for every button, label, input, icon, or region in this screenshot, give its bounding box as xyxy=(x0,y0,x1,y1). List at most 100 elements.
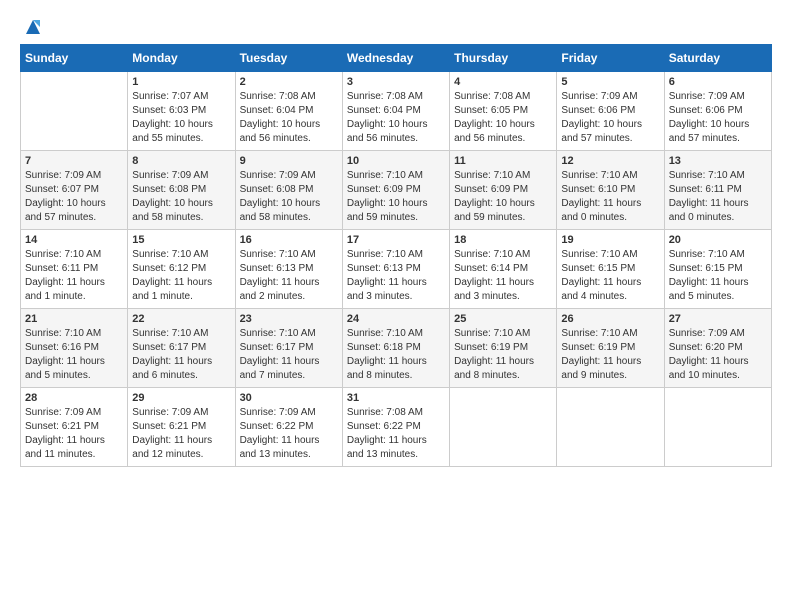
day-info: Sunrise: 7:08 AM Sunset: 6:22 PM Dayligh… xyxy=(347,406,445,462)
day-number: 20 xyxy=(669,234,767,246)
day-cell: 10 Sunrise: 7:10 AM Sunset: 6:09 PM Dayli… xyxy=(342,151,449,230)
day-cell xyxy=(450,388,557,467)
day-info: Sunrise: 7:08 AM Sunset: 6:04 PM Dayligh… xyxy=(347,90,445,146)
day-cell: 14 Sunrise: 7:10 AM Sunset: 6:11 PM Dayli… xyxy=(21,230,128,309)
day-cell: 27 Sunrise: 7:09 AM Sunset: 6:20 PM Dayli… xyxy=(664,309,771,388)
day-info: Sunrise: 7:09 AM Sunset: 6:07 PM Dayligh… xyxy=(25,169,123,225)
calendar-table: SundayMondayTuesdayWednesdayThursdayFrid… xyxy=(20,44,772,467)
day-info: Sunrise: 7:10 AM Sunset: 6:11 PM Dayligh… xyxy=(669,169,767,225)
day-number: 22 xyxy=(132,313,230,325)
day-info: Sunrise: 7:08 AM Sunset: 6:05 PM Dayligh… xyxy=(454,90,552,146)
day-info: Sunrise: 7:10 AM Sunset: 6:09 PM Dayligh… xyxy=(347,169,445,225)
day-number: 23 xyxy=(240,313,338,325)
day-number: 10 xyxy=(347,155,445,167)
day-number: 14 xyxy=(25,234,123,246)
day-cell: 12Sunrise: 7:10 AM Sunset: 6:10 PM Dayli… xyxy=(557,151,664,230)
day-number: 3 xyxy=(347,76,445,88)
day-info: Sunrise: 7:09 AM Sunset: 6:22 PM Dayligh… xyxy=(240,406,338,462)
day-number: 17 xyxy=(347,234,445,246)
day-cell: 25 Sunrise: 7:10 AM Sunset: 6:19 PM Dayli… xyxy=(450,309,557,388)
day-number: 26 xyxy=(561,313,659,325)
day-cell: 21Sunrise: 7:10 AM Sunset: 6:16 PM Dayli… xyxy=(21,309,128,388)
day-info: Sunrise: 7:10 AM Sunset: 6:15 PM Dayligh… xyxy=(669,248,767,304)
day-cell: 13 Sunrise: 7:10 AM Sunset: 6:11 PM Dayli… xyxy=(664,151,771,230)
day-cell: 16 Sunrise: 7:10 AM Sunset: 6:13 PM Dayli… xyxy=(235,230,342,309)
day-cell xyxy=(557,388,664,467)
calendar-page: SundayMondayTuesdayWednesdayThursdayFrid… xyxy=(0,0,792,477)
day-cell: 8 Sunrise: 7:09 AM Sunset: 6:08 PM Daylig… xyxy=(128,151,235,230)
day-info: Sunrise: 7:10 AM Sunset: 6:11 PM Dayligh… xyxy=(25,248,123,304)
day-info: Sunrise: 7:08 AM Sunset: 6:04 PM Dayligh… xyxy=(240,90,338,146)
day-info: Sunrise: 7:09 AM Sunset: 6:06 PM Dayligh… xyxy=(669,90,767,146)
day-number: 11 xyxy=(454,155,552,167)
day-number: 28 xyxy=(25,392,123,404)
week-row-2: 7 Sunrise: 7:09 AM Sunset: 6:07 PM Daylig… xyxy=(21,151,772,230)
day-info: Sunrise: 7:10 AM Sunset: 6:19 PM Dayligh… xyxy=(454,327,552,383)
day-cell: 1Sunrise: 7:07 AM Sunset: 6:03 PM Daylig… xyxy=(128,72,235,151)
day-info: Sunrise: 7:09 AM Sunset: 6:08 PM Dayligh… xyxy=(240,169,338,225)
day-number: 27 xyxy=(669,313,767,325)
logo-icon xyxy=(22,16,44,38)
day-info: Sunrise: 7:09 AM Sunset: 6:08 PM Dayligh… xyxy=(132,169,230,225)
day-number: 18 xyxy=(454,234,552,246)
day-number: 15 xyxy=(132,234,230,246)
day-number: 12 xyxy=(561,155,659,167)
day-cell xyxy=(21,72,128,151)
col-header-sunday: Sunday xyxy=(21,45,128,72)
day-number: 1 xyxy=(132,76,230,88)
day-cell: 29Sunrise: 7:09 AM Sunset: 6:21 PM Dayli… xyxy=(128,388,235,467)
day-info: Sunrise: 7:10 AM Sunset: 6:18 PM Dayligh… xyxy=(347,327,445,383)
day-cell xyxy=(664,388,771,467)
day-number: 8 xyxy=(132,155,230,167)
day-number: 16 xyxy=(240,234,338,246)
week-row-3: 14 Sunrise: 7:10 AM Sunset: 6:11 PM Dayli… xyxy=(21,230,772,309)
day-cell: 11 Sunrise: 7:10 AM Sunset: 6:09 PM Dayli… xyxy=(450,151,557,230)
header-row: SundayMondayTuesdayWednesdayThursdayFrid… xyxy=(21,45,772,72)
col-header-monday: Monday xyxy=(128,45,235,72)
day-cell: 20 Sunrise: 7:10 AM Sunset: 6:15 PM Dayli… xyxy=(664,230,771,309)
day-number: 25 xyxy=(454,313,552,325)
col-header-thursday: Thursday xyxy=(450,45,557,72)
day-info: Sunrise: 7:09 AM Sunset: 6:21 PM Dayligh… xyxy=(132,406,230,462)
day-cell: 2 Sunrise: 7:08 AM Sunset: 6:04 PM Daylig… xyxy=(235,72,342,151)
day-info: Sunrise: 7:09 AM Sunset: 6:06 PM Dayligh… xyxy=(561,90,659,146)
day-cell: 9 Sunrise: 7:09 AM Sunset: 6:08 PM Daylig… xyxy=(235,151,342,230)
day-number: 30 xyxy=(240,392,338,404)
day-info: Sunrise: 7:10 AM Sunset: 6:12 PM Dayligh… xyxy=(132,248,230,304)
day-cell: 15 Sunrise: 7:10 AM Sunset: 6:12 PM Dayli… xyxy=(128,230,235,309)
day-cell: 6 Sunrise: 7:09 AM Sunset: 6:06 PM Daylig… xyxy=(664,72,771,151)
day-info: Sunrise: 7:10 AM Sunset: 6:19 PM Dayligh… xyxy=(561,327,659,383)
col-header-tuesday: Tuesday xyxy=(235,45,342,72)
day-info: Sunrise: 7:09 AM Sunset: 6:20 PM Dayligh… xyxy=(669,327,767,383)
day-number: 31 xyxy=(347,392,445,404)
day-number: 19 xyxy=(561,234,659,246)
day-cell: 17 Sunrise: 7:10 AM Sunset: 6:13 PM Dayli… xyxy=(342,230,449,309)
day-cell: 28 Sunrise: 7:09 AM Sunset: 6:21 PM Dayli… xyxy=(21,388,128,467)
day-info: Sunrise: 7:10 AM Sunset: 6:15 PM Dayligh… xyxy=(561,248,659,304)
day-info: Sunrise: 7:10 AM Sunset: 6:13 PM Dayligh… xyxy=(240,248,338,304)
day-info: Sunrise: 7:10 AM Sunset: 6:16 PM Dayligh… xyxy=(25,327,123,383)
day-number: 7 xyxy=(25,155,123,167)
col-header-wednesday: Wednesday xyxy=(342,45,449,72)
day-info: Sunrise: 7:10 AM Sunset: 6:14 PM Dayligh… xyxy=(454,248,552,304)
week-row-4: 21Sunrise: 7:10 AM Sunset: 6:16 PM Dayli… xyxy=(21,309,772,388)
day-cell: 22Sunrise: 7:10 AM Sunset: 6:17 PM Dayli… xyxy=(128,309,235,388)
day-number: 2 xyxy=(240,76,338,88)
logo xyxy=(20,16,44,34)
day-cell: 3 Sunrise: 7:08 AM Sunset: 6:04 PM Daylig… xyxy=(342,72,449,151)
day-number: 13 xyxy=(669,155,767,167)
day-number: 4 xyxy=(454,76,552,88)
week-row-5: 28 Sunrise: 7:09 AM Sunset: 6:21 PM Dayli… xyxy=(21,388,772,467)
col-header-friday: Friday xyxy=(557,45,664,72)
header xyxy=(20,16,772,34)
week-row-1: 1Sunrise: 7:07 AM Sunset: 6:03 PM Daylig… xyxy=(21,72,772,151)
day-cell: 19 Sunrise: 7:10 AM Sunset: 6:15 PM Dayli… xyxy=(557,230,664,309)
day-cell: 7 Sunrise: 7:09 AM Sunset: 6:07 PM Daylig… xyxy=(21,151,128,230)
day-number: 9 xyxy=(240,155,338,167)
day-number: 6 xyxy=(669,76,767,88)
day-cell: 26 Sunrise: 7:10 AM Sunset: 6:19 PM Dayli… xyxy=(557,309,664,388)
day-info: Sunrise: 7:09 AM Sunset: 6:21 PM Dayligh… xyxy=(25,406,123,462)
day-cell: 24Sunrise: 7:10 AM Sunset: 6:18 PM Dayli… xyxy=(342,309,449,388)
day-info: Sunrise: 7:10 AM Sunset: 6:13 PM Dayligh… xyxy=(347,248,445,304)
day-info: Sunrise: 7:10 AM Sunset: 6:09 PM Dayligh… xyxy=(454,169,552,225)
